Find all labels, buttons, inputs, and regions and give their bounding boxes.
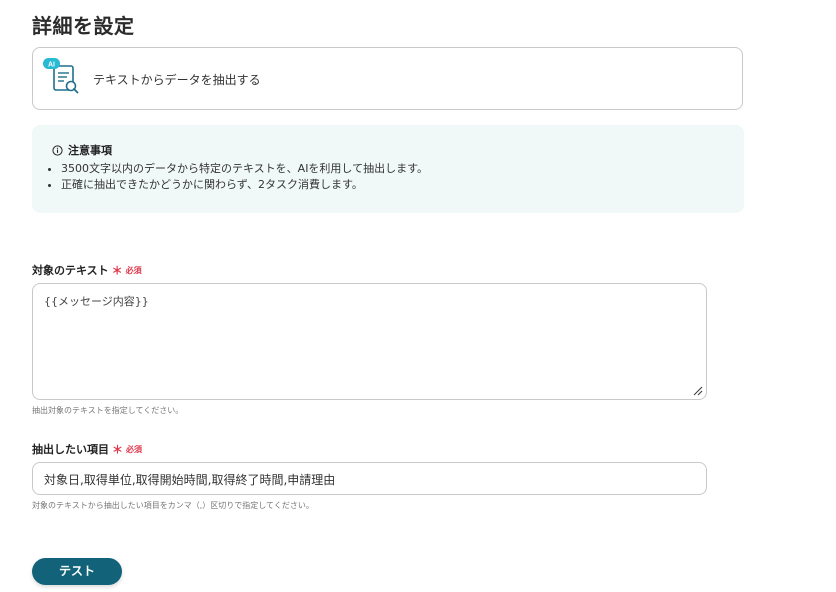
test-button[interactable]: テスト <box>32 558 122 585</box>
target-text-value[interactable]: {{メッセージ内容}} <box>44 293 149 309</box>
extract-items-input[interactable]: 対象日,取得単位,取得開始時間,取得終了時間,申請理由 <box>32 462 707 495</box>
action-card[interactable]: AI テキストからデータを抽出する <box>32 47 743 110</box>
notice-title: 注意事項 <box>52 142 112 158</box>
extract-items-label: 抽出したい項目 ＊ 必須 <box>32 443 142 456</box>
info-icon <box>52 144 63 156</box>
ai-document-search-icon: AI <box>43 58 79 94</box>
required-mark: ＊ <box>111 264 123 277</box>
notice-item: 3500文字以内のデータから特定のテキストを、AIを利用して抽出します。 <box>61 161 428 177</box>
action-label: テキストからデータを抽出する <box>93 73 261 87</box>
target-text-hint: 抽出対象のテキストを指定してください。 <box>32 406 184 415</box>
notice-item: 正確に抽出できたかどうかに関わらず、2タスク消費します。 <box>61 177 428 193</box>
extract-items-value[interactable]: 対象日,取得単位,取得開始時間,取得終了時間,申請理由 <box>44 471 335 488</box>
svg-text:AI: AI <box>48 62 55 69</box>
resize-handle-icon[interactable] <box>693 386 703 396</box>
target-text-label: 対象のテキスト ＊ 必須 <box>32 264 142 277</box>
target-text-textarea[interactable]: {{メッセージ内容}} <box>32 283 707 400</box>
required-mark: ＊ <box>112 443 123 456</box>
required-badge: 必須 <box>125 265 142 275</box>
notice-list: 3500文字以内のデータから特定のテキストを、AIを利用して抽出します。 正確に… <box>47 161 428 193</box>
extract-items-hint: 対象のテキストから抽出したい項目をカンマ（,）区切りで指定してください。 <box>32 501 314 510</box>
page-title: 詳細を設定 <box>32 14 135 38</box>
notice-box: 注意事項 3500文字以内のデータから特定のテキストを、AIを利用して抽出します… <box>32 125 744 213</box>
required-badge: 必須 <box>126 444 142 454</box>
notice-title-text: 注意事項 <box>68 144 112 157</box>
